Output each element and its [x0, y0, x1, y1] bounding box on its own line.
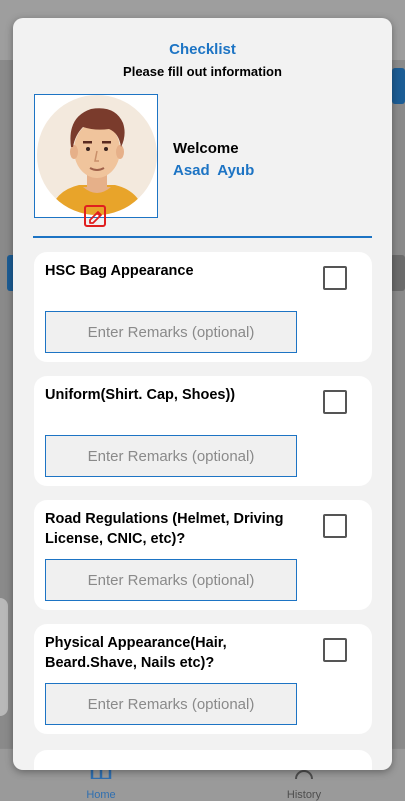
divider	[33, 236, 372, 238]
checklist-item-checkbox[interactable]	[323, 514, 347, 538]
checklist-item-checkbox[interactable]	[323, 390, 347, 414]
checklist-item-checkbox[interactable]	[323, 638, 347, 662]
checklist-item-checkbox[interactable]	[323, 266, 347, 290]
background-element	[392, 68, 405, 104]
background-element	[390, 255, 405, 291]
checklist-item-partial	[34, 750, 372, 770]
checklist-item-label: Uniform(Shirt. Cap, Shoes))	[45, 387, 236, 403]
background-card	[0, 598, 8, 716]
remarks-input[interactable]	[45, 311, 297, 353]
remarks-input[interactable]	[45, 559, 297, 601]
remarks-input[interactable]	[45, 435, 297, 477]
welcome-label: Welcome	[173, 140, 239, 157]
checklist-item-label: Road Regulations (Helmet, Driving Licens…	[45, 511, 284, 547]
user-name: Asad Ayub	[173, 162, 255, 179]
nav-history-label: History	[286, 789, 322, 801]
checklist-item: Road Regulations (Helmet, Driving Licens…	[34, 500, 372, 610]
pencil-edit-icon	[89, 211, 102, 224]
dialog-title: Checklist	[169, 41, 236, 58]
checklist-item: Uniform(Shirt. Cap, Shoes))	[34, 376, 372, 486]
edit-avatar-icon[interactable]	[84, 205, 106, 227]
nav-home-label: Home	[86, 789, 116, 801]
avatar-illustration-icon	[37, 95, 157, 215]
checklist-item: Physical Appearance(Hair, Beard.Shave, N…	[34, 624, 372, 734]
checklist-dialog: Checklist Please fill out information We…	[13, 18, 392, 770]
dialog-subtitle: Please fill out information	[123, 64, 282, 79]
avatar[interactable]	[34, 94, 158, 218]
remarks-input[interactable]	[45, 683, 297, 725]
checklist-item-label: HSC Bag Appearance	[45, 263, 194, 279]
checklist-item-label: Physical Appearance(Hair, Beard.Shave, N…	[45, 635, 227, 671]
checklist-item: HSC Bag Appearance	[34, 252, 372, 362]
